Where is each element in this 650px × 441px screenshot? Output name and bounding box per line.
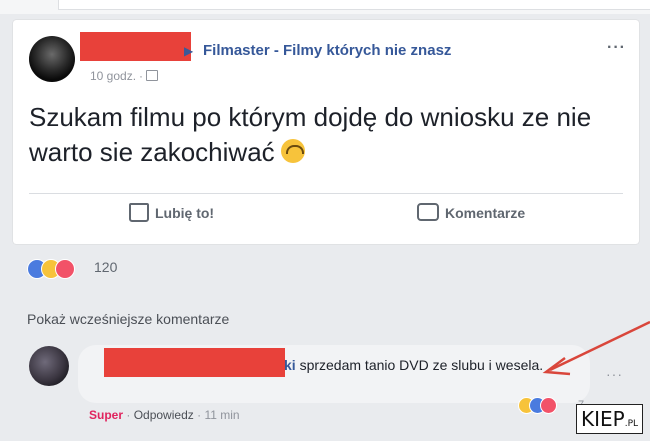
watermark-suffix: .PL: [624, 419, 639, 429]
watermark-main: KIEP: [581, 407, 625, 431]
annotation-arrow: [542, 320, 650, 376]
watermark-logo: KIEP.PL: [576, 404, 644, 434]
